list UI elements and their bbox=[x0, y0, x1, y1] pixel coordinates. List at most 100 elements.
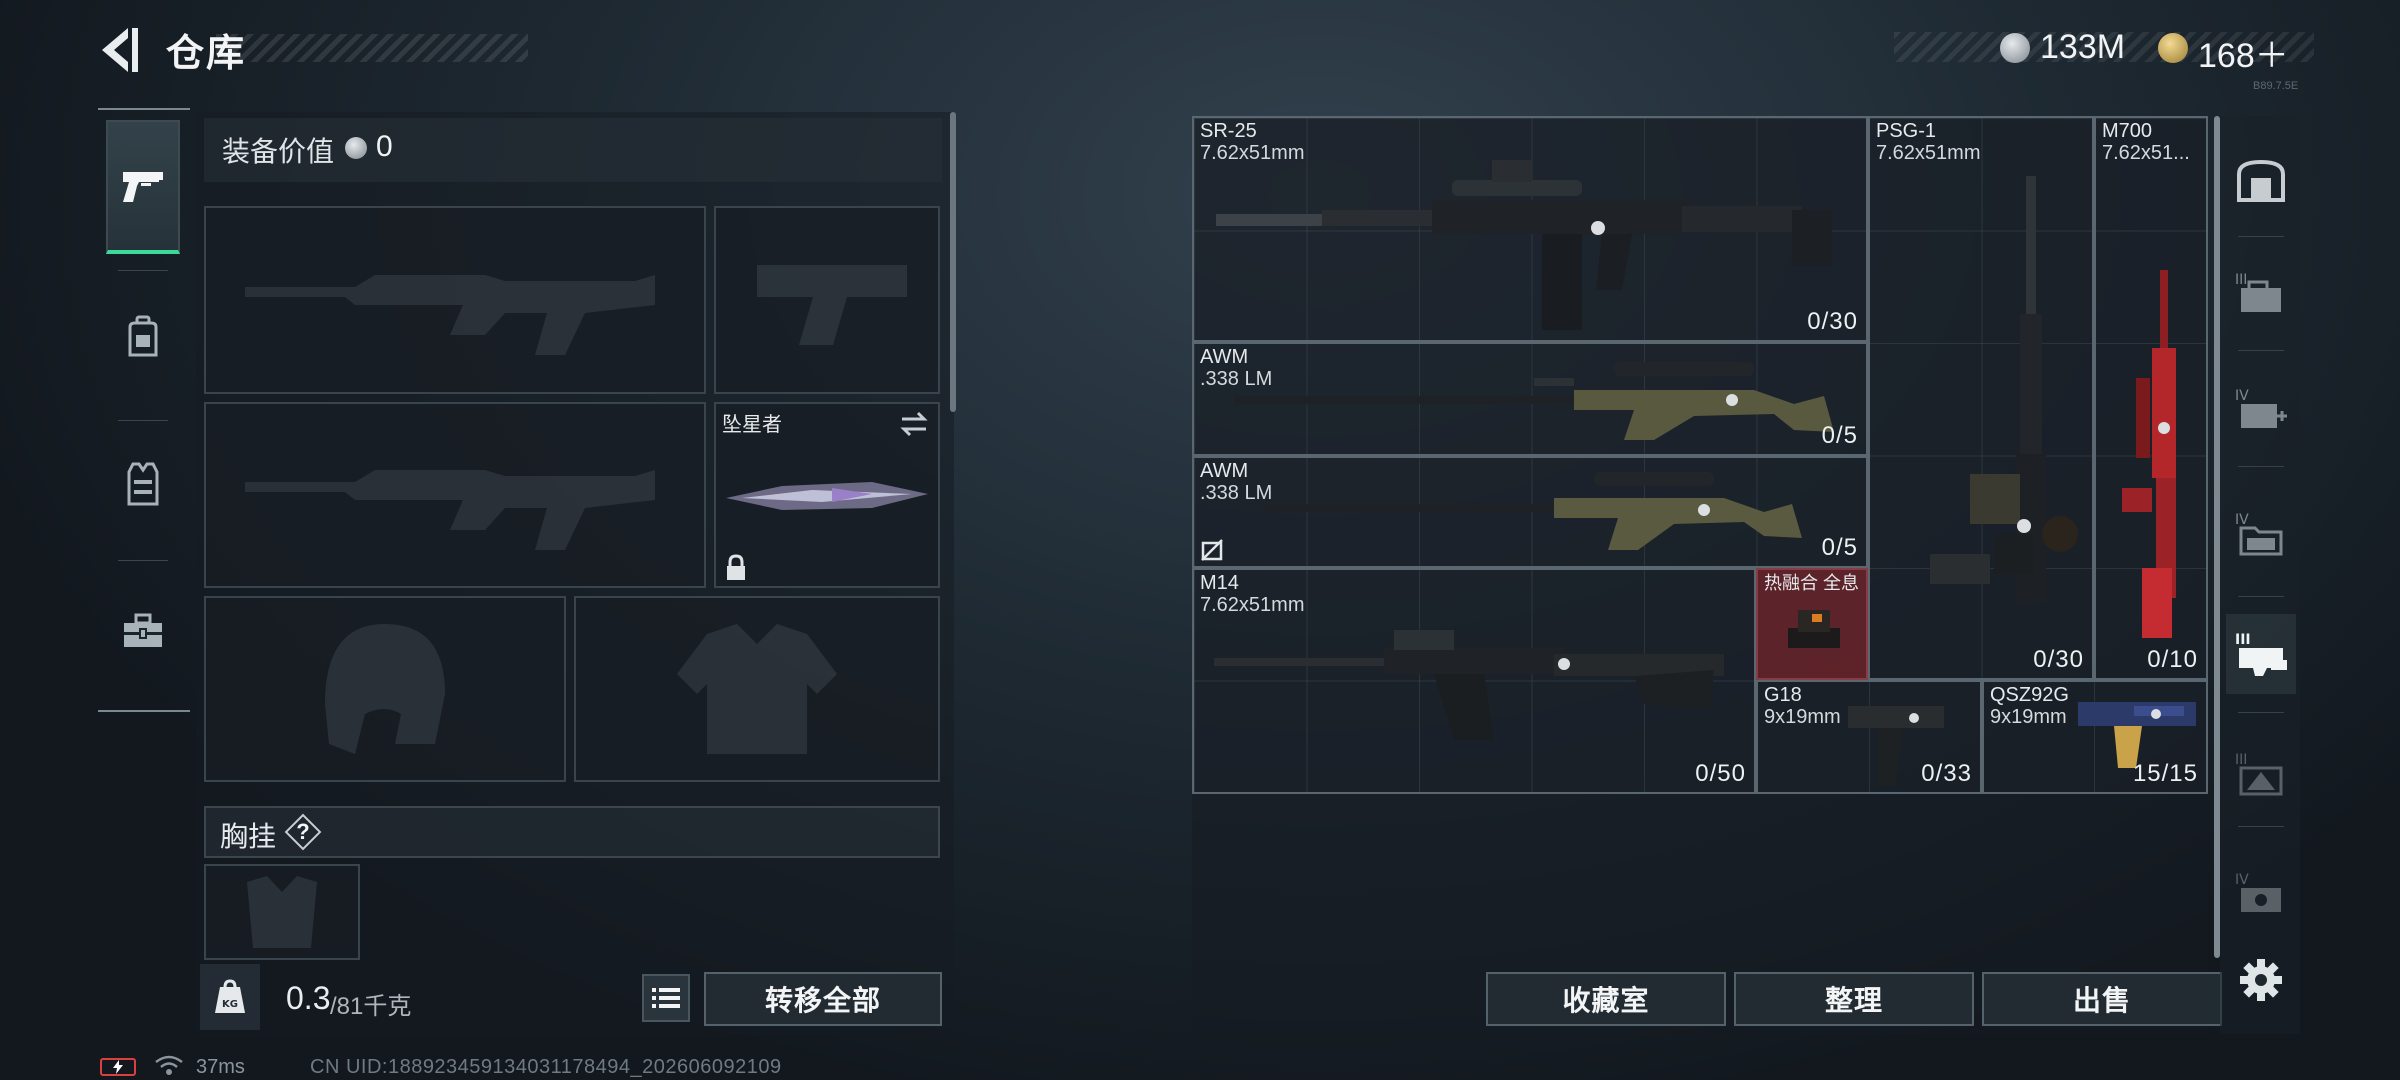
weight-kg-icon: KG bbox=[215, 979, 245, 1013]
svg-text:III: III bbox=[2235, 632, 2251, 648]
back-button[interactable] bbox=[96, 24, 140, 76]
right-nav-separator bbox=[2238, 712, 2284, 713]
item-ammo: 0/30 bbox=[1807, 308, 1858, 335]
sidearm-slot[interactable] bbox=[714, 206, 940, 394]
right-nav-tier4-box[interactable]: IV bbox=[2226, 854, 2296, 934]
chest-rig-silhouette-icon bbox=[247, 876, 317, 948]
right-nav-tier3-container[interactable]: III bbox=[2226, 254, 2296, 334]
nav-bottom-line bbox=[98, 710, 190, 712]
toolbox-icon bbox=[124, 613, 162, 647]
stash-item-m14[interactable]: M14 7.62x51mm 0/50 bbox=[1192, 568, 1756, 794]
right-nav-tier4-folder[interactable]: IV bbox=[2226, 494, 2296, 574]
item-caliber: 9x19mm bbox=[1990, 706, 2067, 728]
stash-item-thermal-holo-sight[interactable]: 热融合 全息 bbox=[1756, 568, 1868, 680]
gear-icon bbox=[2240, 959, 2282, 1001]
stash-item-qsz92g[interactable]: QSZ92G 9x19mm 15/15 bbox=[1982, 680, 2208, 794]
item-ammo: 0/50 bbox=[1695, 760, 1746, 787]
item-caliber: 9x19mm bbox=[1764, 706, 1841, 728]
loadout-scrollbar[interactable] bbox=[950, 112, 956, 412]
right-nav-separator bbox=[2238, 826, 2284, 827]
gold-currency-amount[interactable]: 168＋ bbox=[2198, 28, 2289, 77]
no-trade-icon bbox=[1201, 539, 1223, 561]
item-name: QSZ92G bbox=[1990, 684, 2069, 706]
collection-room-button[interactable]: 收藏室 bbox=[1486, 972, 1726, 1026]
sort-button[interactable]: 整理 bbox=[1734, 972, 1974, 1026]
stash-item-awm-2[interactable]: AWM .338 LM 0/5 bbox=[1192, 456, 1868, 568]
weight-icon-box: KG bbox=[200, 964, 260, 1030]
list-view-button[interactable] bbox=[642, 974, 690, 1022]
holo-sight-icon bbox=[1788, 610, 1840, 648]
item-ammo: 0/5 bbox=[1821, 422, 1858, 449]
svg-text:IV: IV bbox=[2235, 388, 2249, 404]
stash-item-g18[interactable]: G18 9x19mm 0/33 bbox=[1756, 680, 1982, 794]
tier3-container-icon: III bbox=[2235, 272, 2281, 312]
nav-top-line bbox=[98, 108, 190, 110]
melee-name: 坠星者 bbox=[722, 414, 782, 436]
armor-slot[interactable] bbox=[574, 596, 940, 782]
gold-coin-icon[interactable] bbox=[2158, 33, 2188, 63]
nav-tab-toolbox[interactable] bbox=[106, 564, 180, 698]
psg1-rifle-icon bbox=[1930, 176, 2078, 604]
stash-item-psg1[interactable]: PSG-1 7.62x51mm 0/30 bbox=[1868, 116, 2094, 680]
weight-kg-text: KG bbox=[222, 999, 238, 1010]
user-uid: CN UID:18892345913403​1178494_2026060921… bbox=[310, 1056, 782, 1078]
lock-icon bbox=[727, 554, 745, 580]
right-nav-separator bbox=[2238, 350, 2284, 351]
item-ammo: 15/15 bbox=[2132, 760, 2198, 787]
chest-rig-help-icon[interactable]: ? bbox=[284, 813, 322, 851]
right-nav-tier3-crate[interactable]: III bbox=[2226, 734, 2296, 814]
stash-item-sr25[interactable]: SR-25 7.62x51mm 0/30 bbox=[1192, 116, 1868, 342]
tier4-medkit-icon: IV bbox=[2235, 388, 2287, 428]
nav-tab-vest[interactable] bbox=[106, 416, 180, 550]
right-nav-separator bbox=[2238, 466, 2284, 467]
lightning-icon bbox=[113, 1060, 123, 1074]
transfer-all-button[interactable]: 转移全部 bbox=[704, 972, 942, 1026]
rifle-silhouette-icon bbox=[245, 275, 655, 355]
stash-item-awm-1[interactable]: AWM .338 LM 0/5 bbox=[1192, 342, 1868, 456]
item-name: 热融合 全息 bbox=[1764, 573, 1860, 593]
silver-coin-icon bbox=[2000, 33, 2030, 63]
body-armor-silhouette-icon bbox=[677, 624, 837, 754]
item-caliber: 7.62x51mm bbox=[1876, 142, 1981, 164]
stash-item-m700[interactable]: M700 7.62x51... 0/10 bbox=[2094, 116, 2208, 680]
melee-knife-icon bbox=[726, 482, 928, 510]
list-icon bbox=[652, 988, 680, 1008]
tier3-weapon-case-icon: III bbox=[2235, 632, 2287, 676]
item-name: M700 bbox=[2102, 120, 2153, 142]
page-title: 仓库 bbox=[166, 33, 247, 75]
primary-weapon-slot-1[interactable] bbox=[204, 206, 706, 394]
title-stripe-decoration bbox=[216, 34, 528, 62]
equipment-value: 0 bbox=[376, 130, 393, 163]
chest-rig-slot[interactable] bbox=[204, 864, 360, 960]
m14-rifle-icon bbox=[1214, 630, 1724, 740]
sr25-rifle-icon bbox=[1216, 160, 1832, 330]
nav-tab-weapons[interactable] bbox=[106, 120, 180, 254]
help-mark: ? bbox=[296, 819, 310, 844]
svg-text:IV: IV bbox=[2235, 512, 2249, 528]
svg-text:III: III bbox=[2235, 272, 2247, 288]
item-caliber: .338 LM bbox=[1200, 482, 1273, 504]
svg-text:IV: IV bbox=[2235, 872, 2249, 888]
silver-currency-amount: 133M bbox=[2040, 28, 2126, 66]
helmet-slot[interactable] bbox=[204, 596, 566, 782]
sell-button[interactable]: 出售 bbox=[1982, 972, 2222, 1026]
nav-tab-backpack[interactable] bbox=[106, 270, 180, 404]
item-name: M14 bbox=[1200, 572, 1239, 594]
m700-rifle-icon bbox=[2122, 270, 2176, 638]
battery-charging-icon bbox=[100, 1058, 136, 1076]
pistol-icon bbox=[123, 172, 163, 202]
svg-text:III: III bbox=[2235, 752, 2247, 768]
item-name: G18 bbox=[1764, 684, 1802, 706]
melee-slot[interactable]: 坠星者 bbox=[714, 402, 940, 588]
item-ammo: 0/10 bbox=[2147, 646, 2198, 673]
primary-weapon-slot-2[interactable] bbox=[204, 402, 706, 588]
swap-icon[interactable] bbox=[898, 410, 930, 438]
right-nav-tier3-weapon-case[interactable]: III bbox=[2226, 614, 2296, 694]
settings-button[interactable] bbox=[2226, 940, 2296, 1020]
right-nav-safe-box[interactable] bbox=[2226, 140, 2296, 220]
item-caliber: 7.62x51... bbox=[2102, 142, 2190, 164]
equipment-value-label: 装备价值 bbox=[222, 136, 335, 167]
item-ammo: 0/30 bbox=[2033, 646, 2084, 673]
right-nav-separator bbox=[2238, 236, 2284, 237]
right-nav-tier4-medkit[interactable]: IV bbox=[2226, 370, 2296, 450]
